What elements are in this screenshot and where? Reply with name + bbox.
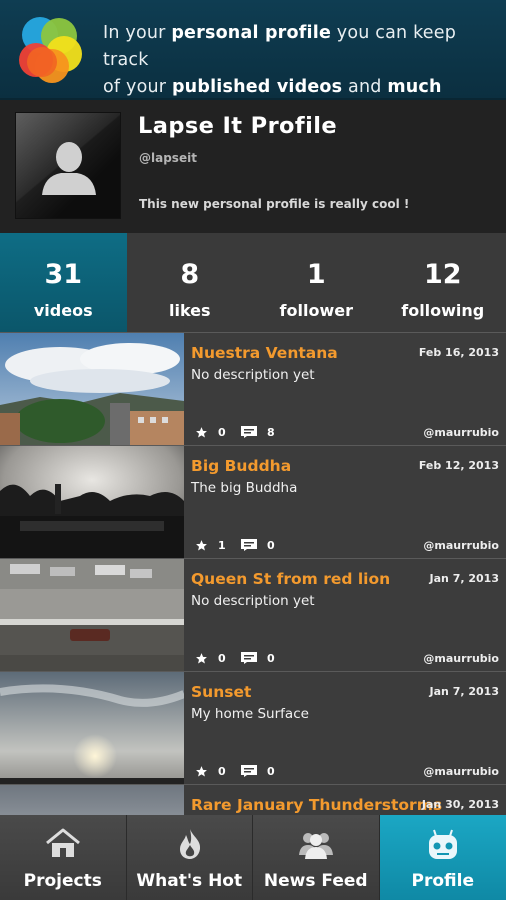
tab-label: Profile [411,871,474,891]
comment-count: 8 [267,426,275,439]
like-count: 0 [218,652,226,665]
profile-stats: 31 videos 8 likes 1 follower 12 followin… [0,233,506,332]
comment-count: 0 [267,765,275,778]
video-title[interactable]: Big Buddha [191,457,291,475]
video-list[interactable]: Nuestra Ventana Feb 16, 2013 No descript… [0,332,506,815]
comment-icon [241,539,257,551]
flame-icon [179,829,200,859]
video-thumbnail[interactable] [0,446,184,559]
avatar[interactable] [15,112,121,219]
tab-label: What's Hot [136,871,243,891]
stat-likes[interactable]: 8 likes [127,233,254,332]
video-author[interactable]: @maurrubio [423,426,499,439]
comment-count: 0 [267,539,275,552]
people-icon [299,833,333,859]
lapse-it-logo-icon [19,17,82,83]
video-title[interactable]: Rare January Thunderstorms [191,796,442,814]
video-item[interactable]: Rare January Thunderstorms Jan 30, 2013 [0,784,506,815]
video-date: Feb 16, 2013 [418,346,499,359]
video-item[interactable]: Big Buddha Feb 12, 2013 The big Buddha 1… [0,445,506,559]
tab-profile[interactable]: Profile [379,815,506,900]
video-thumbnail[interactable] [0,559,184,672]
video-title[interactable]: Sunset [191,683,251,701]
video-description: The big Buddha [191,480,298,496]
tab-news-feed[interactable]: News Feed [253,815,380,900]
user-silhouette-icon [42,142,96,195]
video-author[interactable]: @maurrubio [423,652,499,665]
comment-icon [241,652,257,664]
comment-icon [241,426,257,438]
promo-banner: In your personal profile you can keep tr… [0,0,506,124]
video-date: Jan 30, 2013 [421,798,499,811]
comment-icon [241,765,257,777]
stat-value: 31 [44,259,83,290]
like-count: 0 [218,426,226,439]
stat-label: following [401,301,485,320]
video-item[interactable]: Queen St from red lion Jan 7, 2013 No de… [0,558,506,672]
stat-following[interactable]: 12 following [380,233,506,332]
house-icon [46,828,80,857]
comment-count: 0 [267,652,275,665]
tab-whats-hot[interactable]: What's Hot [127,815,253,900]
video-description: No description yet [191,593,315,609]
video-thumbnail[interactable] [0,785,184,815]
video-title[interactable]: Queen St from red lion [191,570,390,588]
star-icon [196,540,207,551]
video-description: No description yet [191,367,315,383]
stat-label: videos [33,301,93,320]
stat-label: follower [279,301,353,320]
video-thumbnail[interactable] [0,672,184,785]
star-icon [196,766,207,777]
profile-handle: @lapseit [139,151,197,165]
robot-icon [428,829,457,859]
video-item[interactable]: Nuestra Ventana Feb 16, 2013 No descript… [0,332,506,446]
tab-label: Projects [23,871,102,891]
video-thumbnail[interactable] [0,333,184,446]
tab-projects[interactable]: Projects [0,815,127,900]
star-icon [196,653,207,664]
stat-videos[interactable]: 31 videos [0,233,127,332]
tab-label: News Feed [263,871,368,891]
video-date: Jan 7, 2013 [429,685,499,698]
like-count: 0 [218,765,226,778]
star-icon [196,427,207,438]
video-date: Jan 7, 2013 [429,572,499,585]
video-author[interactable]: @maurrubio [423,539,499,552]
stat-value: 12 [423,259,462,290]
stat-label: likes [168,301,211,320]
like-count: 1 [218,539,226,552]
stat-value: 1 [306,259,326,290]
profile-name: Lapse It Profile [138,113,337,139]
stat-followers[interactable]: 1 follower [253,233,380,332]
video-title[interactable]: Nuestra Ventana [191,344,338,362]
bottom-tab-bar: Projects What's Hot News Feed Profile [0,815,506,900]
video-author[interactable]: @maurrubio [423,765,499,778]
profile-bio: This new personal profile is really cool… [139,197,410,211]
stat-value: 8 [180,259,200,290]
video-item[interactable]: Sunset Jan 7, 2013 My home Surface 0 0 @… [0,671,506,785]
video-description: My home Surface [191,706,309,722]
video-date: Feb 12, 2013 [418,459,499,472]
